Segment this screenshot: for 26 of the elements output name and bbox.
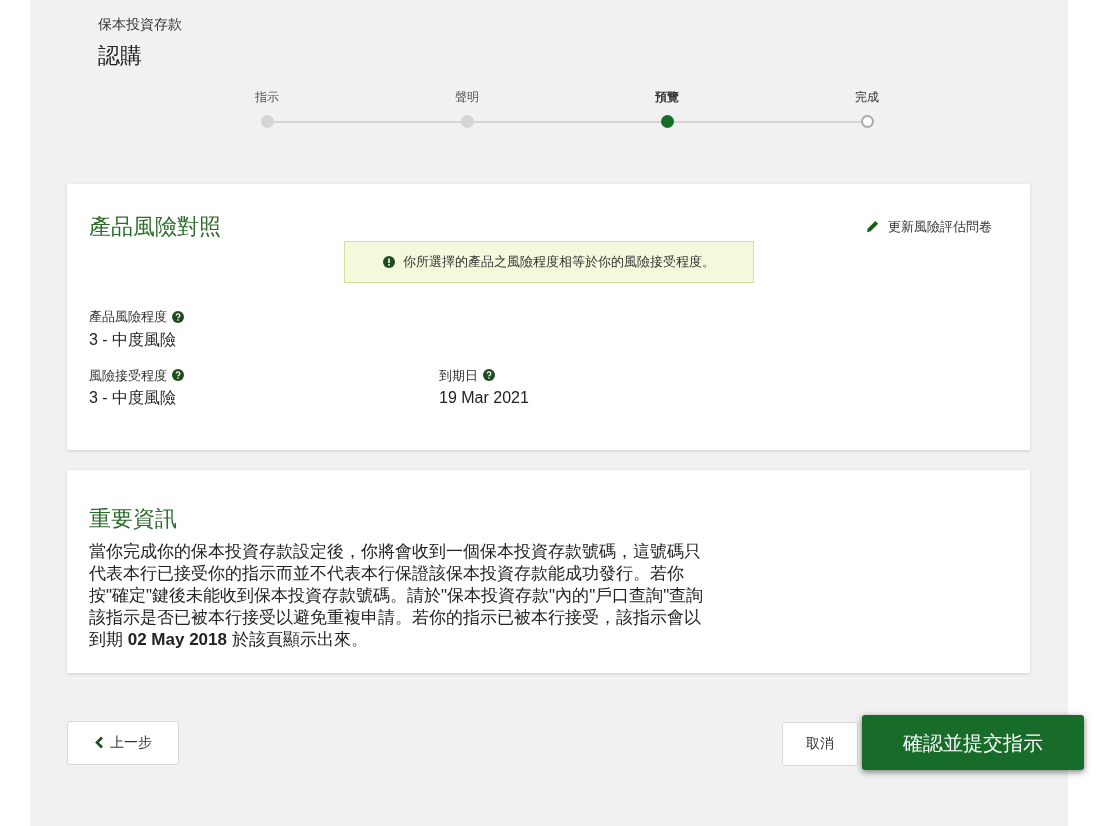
confirm-submit-button[interactable]: 確認並提交指示 [862, 715, 1084, 770]
field-value: 3 - 中度風險 [89, 329, 178, 350]
field-label: 產品風險程度 [89, 308, 167, 326]
back-button[interactable]: 上一步 [67, 720, 179, 765]
help-icon[interactable] [483, 369, 495, 382]
update-questionnaire-link[interactable]: 更新風險評估問卷 [865, 216, 992, 237]
important-info-paragraph: 當你完成你的保本投資存款設定後，你將會收到一個保本投資存款號碼，這號碼只代表本行已接受你的指示而並不代表本行保證該保本投資存款能成功發行。若你按"確定"鍵後未能收到保本投資存款號碼。請於"保本投資存款"內的"戶口查詢"查詢該指示是否已被本行接受以避免重複申請。若你的指示已被本行接受，該指示會以到期 02 May 2018 於該頁顯示出來。 [89, 541, 705, 651]
cancel-button[interactable]: 取消 [782, 721, 858, 766]
field-value: 3 - 中度風險 [89, 388, 178, 408]
step-label: 預覽 [655, 89, 679, 106]
chevron-left-icon [94, 736, 104, 749]
card-title: 產品風險對照 [89, 213, 221, 241]
field-value: 19 Mar 2021 [439, 388, 530, 408]
pencil-icon [865, 219, 880, 234]
page-title: 認購 [98, 42, 143, 70]
card-title: 重要資訊 [89, 505, 178, 533]
exclamation-icon [382, 256, 395, 268]
product-name: 保本投資存款 [98, 15, 183, 34]
step-label: 指示 [255, 89, 279, 106]
step-label: 完成 [855, 89, 879, 106]
help-icon[interactable] [172, 310, 184, 323]
step-label: 聲明 [455, 89, 479, 106]
field-label: 到期日 [439, 366, 478, 385]
notice-banner: 你所選擇的產品之風險程度相等於你的風險接受程度。 [343, 241, 754, 283]
help-icon[interactable] [172, 369, 184, 382]
field-label: 風險接受程度 [89, 366, 167, 385]
